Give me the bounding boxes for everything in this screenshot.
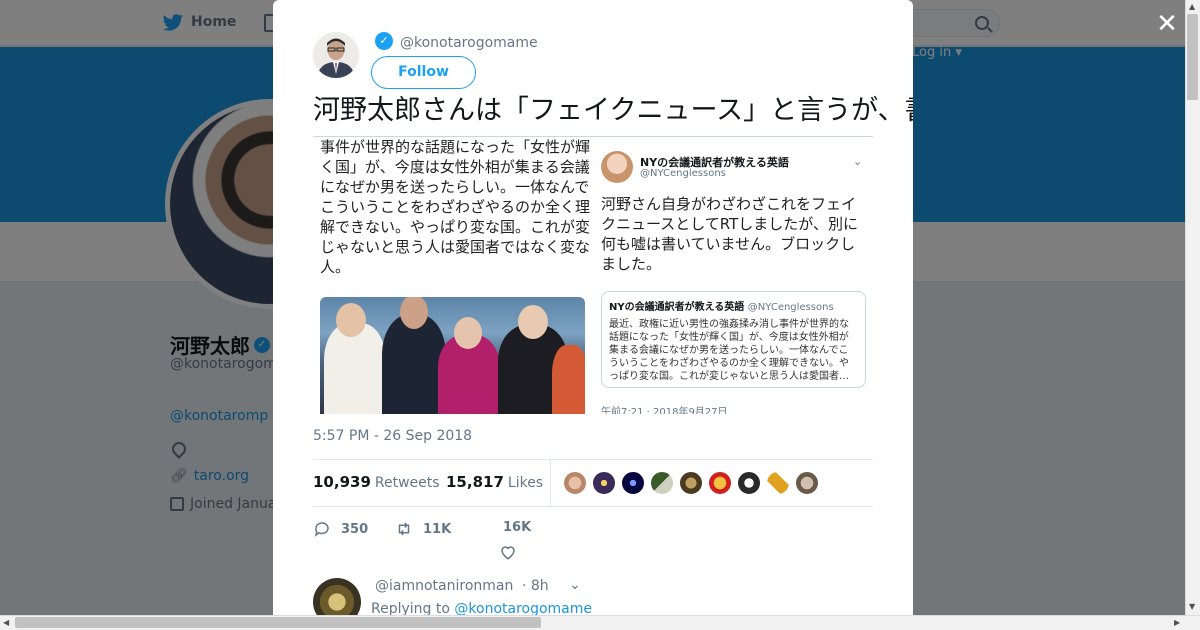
- replying-prefix: Replying to: [371, 601, 450, 615]
- scroll-up-icon[interactable]: ▲: [1189, 2, 1195, 11]
- chevron-down-icon: ⌄: [853, 155, 863, 168]
- author-avatar-image: [313, 32, 359, 78]
- likers-avatars: [563, 471, 819, 495]
- replying-to-link[interactable]: @konotarogomame: [454, 601, 592, 615]
- stats-divider: [550, 460, 551, 506]
- tweet-timestamp[interactable]: 5:57 PM - 26 Sep 2018: [313, 428, 472, 444]
- person-figure: [552, 345, 585, 414]
- ministers-photo: [320, 297, 585, 414]
- reply-count: 350: [341, 521, 369, 537]
- embedded-avatar: [601, 151, 633, 183]
- chevron-down-icon[interactable]: ⌄: [569, 577, 581, 593]
- reply-time[interactable]: · 8h: [522, 578, 549, 594]
- retweet-count: 11K: [423, 521, 452, 537]
- person-figure: [324, 323, 386, 414]
- liker-avatar[interactable]: [563, 471, 587, 495]
- liker-avatar[interactable]: [621, 471, 645, 495]
- scroll-left-icon[interactable]: ◀: [3, 618, 9, 627]
- likes-label: Likes: [507, 475, 544, 491]
- retweet-button[interactable]: 11K: [395, 520, 451, 538]
- embedded-time: 午前7:21 · 2018年9月27日: [601, 407, 728, 414]
- media-right-panel: NYの会議通訳者が教える英語 @NYCenglessons ⌄ 河野さん自身がわ…: [595, 137, 873, 414]
- scroll-right-icon[interactable]: ▶: [1174, 618, 1180, 627]
- embedded-handle: @NYCenglessons: [640, 168, 726, 179]
- like-count: 16K: [503, 520, 532, 535]
- tweet-media[interactable]: 事件が世界的な話題になった「女性が輝く国」が、今度は女性外相が集まる会議になぜか…: [313, 136, 873, 414]
- liker-avatar[interactable]: [592, 471, 616, 495]
- author-avatar[interactable]: [313, 32, 359, 78]
- reply-handle[interactable]: @iamnotanironman: [375, 578, 513, 594]
- close-icon[interactable]: ✕: [1155, 11, 1179, 37]
- person-figure: [454, 317, 482, 349]
- person-figure: [518, 305, 548, 339]
- likes-count: 15,817: [446, 473, 504, 491]
- embedded-quote-handle: @NYCenglessons: [747, 302, 834, 313]
- retweets-stat[interactable]: 10,939 Retweets: [313, 473, 440, 491]
- liker-avatar[interactable]: [795, 471, 819, 495]
- reply-avatar[interactable]: [313, 578, 361, 615]
- follow-button[interactable]: Follow: [371, 56, 476, 89]
- heart-icon[interactable]: [499, 543, 517, 561]
- tweet-text: 河野太郎さんは「フェイクニュース」と言うが、書いていることは事実で、誤ったことは…: [313, 95, 913, 126]
- liker-avatar[interactable]: [679, 471, 703, 495]
- retweets-count: 10,939: [313, 473, 371, 491]
- reply-button[interactable]: 350: [313, 520, 368, 538]
- tweet-stats: 10,939 Retweets 15,817 Likes: [313, 459, 873, 507]
- media-left-text: 事件が世界的な話題になった「女性が輝く国」が、今度は女性外相が集まる会議になぜか…: [320, 138, 591, 276]
- liker-avatar[interactable]: [708, 471, 732, 495]
- replying-to: Replying to @konotarogomame: [371, 601, 592, 615]
- retweets-label: Retweets: [374, 475, 440, 491]
- embedded-quote-body: 最近、政権に近い男性の強姦揉み消し事件が世界的な話題になった「女性が輝く国」が、…: [609, 319, 849, 382]
- embedded-quote-head: NYの会議通訳者が教える英語 @NYCenglessons: [609, 298, 858, 313]
- liker-avatar[interactable]: [737, 471, 761, 495]
- likes-stat[interactable]: 15,817 Likes: [446, 473, 543, 491]
- embedded-body: 河野さん自身がわざわざこれをフェイクニュースとしてRTしましたが、別に何も嘘は書…: [601, 195, 858, 273]
- scroll-down-icon[interactable]: ▼: [1189, 602, 1195, 611]
- vertical-scrollbar-thumb[interactable]: [1187, 14, 1198, 100]
- author-handle[interactable]: @konotarogomame: [400, 35, 538, 51]
- media-left-panel: 事件が世界的な話題になった「女性が輝く国」が、今度は女性外相が集まる会議になぜか…: [313, 137, 593, 414]
- like-button[interactable]: 16K: [503, 520, 531, 535]
- tweet-text-container: 河野太郎さんは「フェイクニュース」と言うが、書いていることは事実で、誤ったことは…: [313, 94, 913, 128]
- tweet-modal: ✓ @konotarogomame Follow 河野太郎さんは「フェイクニュー…: [273, 0, 913, 615]
- retweet-icon: [398, 522, 410, 536]
- horizontal-scrollbar-thumb[interactable]: [15, 617, 541, 628]
- person-figure: [382, 315, 446, 414]
- embedded-quote-name: NYの会議通訳者が教える英語: [609, 302, 745, 313]
- reply-icon: [314, 522, 329, 537]
- liker-avatar[interactable]: [650, 471, 674, 495]
- person-figure: [336, 303, 366, 337]
- embedded-quote-card: NYの会議通訳者が教える英語 @NYCenglessons 最近、政権に近い男性…: [601, 291, 866, 388]
- verified-icon: ✓: [375, 32, 393, 50]
- liker-avatar[interactable]: [766, 471, 790, 495]
- tweet-actions: 350 11K 16K: [313, 515, 873, 565]
